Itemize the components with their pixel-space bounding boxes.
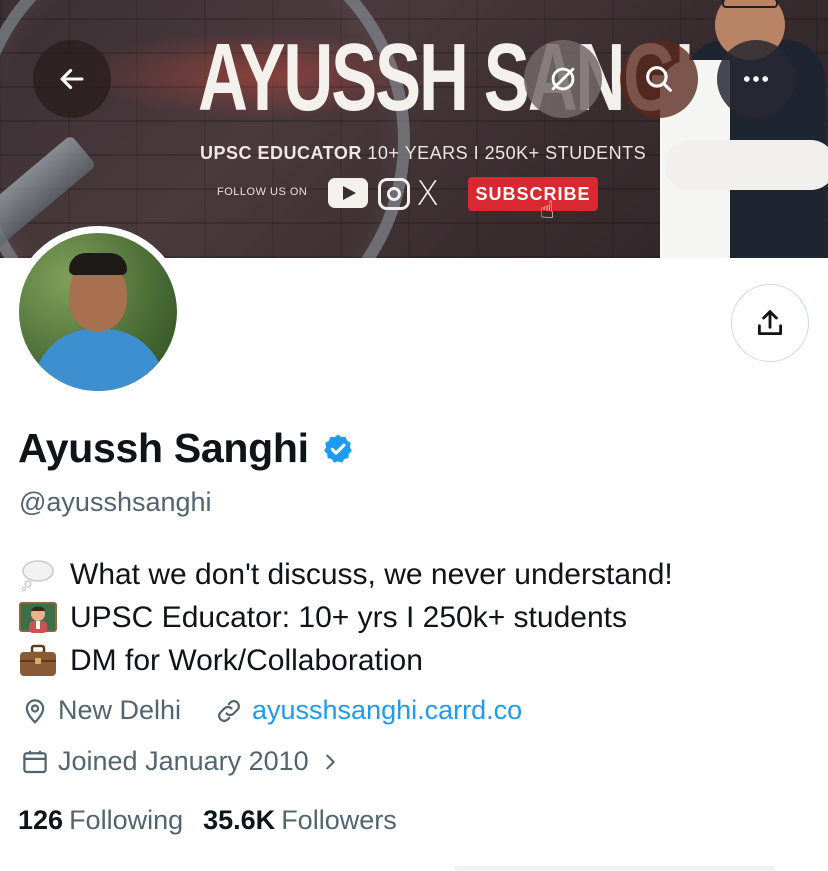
following-stat[interactable]: 126 Following	[18, 805, 183, 836]
share-icon	[757, 310, 783, 336]
calendar-icon	[23, 750, 47, 773]
banner-subtitle-rest: 10+ YEARS I 250K+ STUDENTS	[361, 143, 647, 163]
back-arrow-icon	[60, 68, 84, 90]
profile-banner[interactable]: AYUSSH SANGHI UPSC EDUCATOR 10+ YEARS I …	[0, 0, 828, 258]
search-icon	[646, 66, 672, 92]
thought-balloon-icon	[18, 557, 58, 593]
followers-stat[interactable]: 35.6K Followers	[203, 805, 397, 836]
more-button[interactable]	[717, 40, 795, 118]
instagram-icon	[378, 178, 410, 210]
translate-off-icon	[551, 67, 575, 91]
profile-website[interactable]: ayusshsanghi.carrd.co	[214, 695, 522, 726]
youtube-icon	[328, 178, 368, 208]
bio-line: UPSC Educator: 10+ yrs I 250k+ students	[18, 596, 673, 639]
profile-location: New Delhi	[20, 695, 181, 726]
profile-name: Ayussh Sanghi	[18, 425, 309, 471]
bio-line: DM for Work/Collaboration	[18, 639, 673, 682]
translate-off-button[interactable]	[524, 40, 602, 118]
briefcase-icon	[18, 643, 58, 679]
banner-subscribe-graphic: SUBSCRIBE	[468, 177, 598, 211]
chevron-right-icon	[325, 754, 335, 769]
following-count: 126	[18, 805, 64, 835]
banner-subtitle-bold: UPSC EDUCATOR	[200, 143, 362, 163]
followers-label: Followers	[281, 805, 397, 835]
following-label: Following	[69, 805, 184, 835]
avatar-photo	[19, 233, 177, 391]
website-link[interactable]: ayusshsanghi.carrd.co	[252, 695, 522, 726]
x-logo-icon: X	[416, 174, 440, 214]
joined-text: Joined January 2010	[58, 746, 309, 776]
teacher-icon	[18, 600, 58, 636]
divider	[0, 866, 828, 871]
location-pin-icon	[25, 698, 45, 724]
link-icon	[218, 699, 240, 722]
share-button[interactable]	[731, 284, 809, 362]
banner-follow-us: FOLLOW US ON	[217, 186, 308, 198]
back-button[interactable]	[33, 40, 111, 118]
profile-handle: @ayusshsanghi	[19, 487, 212, 517]
profile-name-row: Ayussh Sanghi	[18, 425, 355, 472]
profile-bio: What we don't discuss, we never understa…	[18, 553, 673, 682]
pointer-hand-icon: ☝	[540, 197, 555, 224]
profile-joined[interactable]: Joined January 2010	[20, 746, 341, 777]
profile-stats: 126 Following 35.6K Followers	[18, 805, 397, 836]
banner-person-photo	[660, 0, 828, 258]
avatar[interactable]	[12, 226, 184, 398]
bio-text: What we don't discuss, we never understa…	[70, 558, 673, 591]
bio-line: What we don't discuss, we never understa…	[18, 553, 673, 596]
banner-subtitle: UPSC EDUCATOR 10+ YEARS I 250K+ STUDENTS	[200, 143, 646, 164]
location-text: New Delhi	[58, 695, 182, 725]
banner-title: AYUSSH SANGHI	[198, 24, 742, 131]
bio-text: DM for Work/Collaboration	[70, 644, 423, 677]
more-icon	[743, 76, 769, 82]
verified-badge-icon[interactable]	[321, 432, 355, 466]
search-button[interactable]	[620, 40, 698, 118]
bio-text: UPSC Educator: 10+ yrs I 250k+ students	[70, 601, 627, 634]
followers-count: 35.6K	[203, 805, 276, 835]
